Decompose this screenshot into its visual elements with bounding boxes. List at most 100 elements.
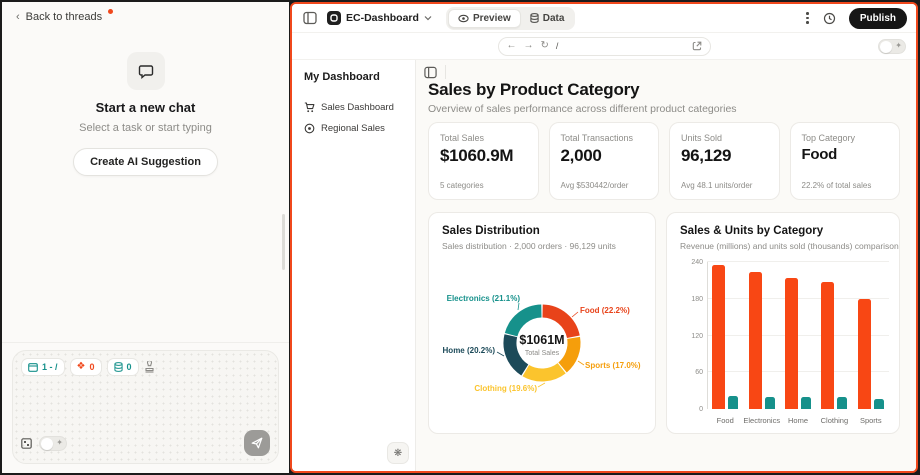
send-button[interactable] (244, 430, 270, 456)
stat-sub: 22.2% of total sales (802, 181, 872, 190)
back-to-threads-link[interactable]: ‹ Back to threads (16, 11, 113, 23)
preview-content: My Dashboard Sales Dashboard (292, 60, 916, 471)
stat-value: 96,129 (681, 146, 768, 166)
donut-leader-line (497, 352, 504, 356)
bar-units-sports (874, 399, 884, 409)
dashboard-sidebar: My Dashboard Sales Dashboard (292, 60, 416, 471)
location-icon (304, 123, 315, 134)
notification-dot (108, 9, 113, 14)
chat-bubble-icon (138, 63, 154, 79)
topbar-right-group: Publish (804, 8, 907, 29)
y-tick-label: 180 (675, 296, 703, 303)
y-tick-label: 240 (675, 259, 703, 266)
screenshot-root: ‹ Back to threads Start a new chat Selec… (0, 0, 920, 475)
stat-label: Top Category (802, 133, 889, 143)
donut-center-label: Total Sales (525, 350, 560, 357)
nav-forward-icon[interactable]: → (524, 41, 534, 51)
donut-leader-line (578, 361, 584, 365)
browser-window-icon (28, 363, 38, 372)
screenshot-icon[interactable] (21, 438, 32, 449)
sparkle-icon: ✦ (56, 438, 63, 447)
tab-preview[interactable]: Preview (448, 9, 521, 28)
scrollbar-thumb[interactable] (282, 214, 285, 270)
empty-state-title: Start a new chat (2, 100, 289, 115)
ai-edit-toggle[interactable]: ✦ (878, 39, 906, 54)
back-to-threads-label: Back to threads (26, 11, 102, 23)
preview-app-panel: EC-Dashboard Preview (290, 2, 918, 473)
error-count-label: 0 (89, 362, 94, 372)
donut-slice-clothing (526, 368, 562, 375)
project-switcher[interactable]: EC-Dashboard (327, 11, 432, 25)
cart-icon (304, 102, 315, 113)
empty-state-subtitle: Select a task or start typing (2, 122, 289, 134)
view-mode-segmented-control: Preview Data (446, 7, 576, 30)
stat-value: Food (802, 146, 889, 163)
database-icon (114, 362, 123, 372)
stat-sub: Avg 48.1 units/order (681, 181, 752, 190)
preview-eye-icon (458, 14, 469, 23)
bar-revenue-sports (858, 299, 871, 409)
sidebar-toggle-icon[interactable] (301, 9, 319, 27)
browser-context-label: 1 - / (42, 362, 58, 372)
bar-revenue-clothing (821, 282, 834, 409)
sidebar-item-sales-dashboard[interactable]: Sales Dashboard (292, 97, 415, 118)
error-count-chip[interactable]: ❖ 0 (70, 358, 102, 376)
ai-mode-toggle[interactable]: ✦ (39, 436, 67, 451)
chevron-down-icon (424, 15, 432, 21)
history-icon[interactable] (821, 9, 839, 27)
toggle-knob (41, 438, 53, 450)
x-category-label: Food (707, 416, 743, 425)
stat-label: Total Transactions (561, 133, 648, 143)
stat-sub: Avg $530442/order (561, 181, 629, 190)
sidebar-item-label: Sales Dashboard (321, 102, 394, 113)
donut-chart: Food (22.2%)Sports (17.0%)Clothing (19.6… (441, 251, 645, 429)
bar-units-food (728, 396, 738, 409)
collapse-sidebar-icon[interactable] (424, 66, 437, 79)
chat-empty-state: Start a new chat Select a task or start … (2, 52, 289, 176)
x-category-label: Electronics (743, 416, 779, 425)
composer-bottom-row: ✦ (21, 430, 270, 456)
tab-data[interactable]: Data (521, 10, 574, 27)
composer-divider (2, 342, 289, 343)
stat-label: Units Sold (681, 133, 768, 143)
publish-button[interactable]: Publish (849, 8, 907, 29)
open-external-icon[interactable] (692, 41, 702, 51)
donut-label-sports: Sports (17.0%) (585, 361, 641, 370)
stat-card-total-transactions: Total Transactions 2,000 Avg $530442/ord… (549, 122, 660, 200)
stats-row: Total Sales $1060.9M 5 categories Total … (428, 122, 900, 200)
stat-value: 2,000 (561, 146, 648, 166)
donut-chart-card: Sales Distribution Sales distribution · … (428, 212, 656, 434)
nav-back-icon[interactable]: ← (507, 41, 517, 51)
gridline (707, 261, 889, 262)
donut-slice-electronics (511, 311, 541, 335)
sidebar-title: My Dashboard (292, 60, 415, 83)
donut-center-value: $1061M (519, 333, 564, 347)
database-count-label: 0 (127, 362, 132, 372)
create-ai-suggestion-button[interactable]: Create AI Suggestion (73, 148, 218, 176)
stat-card-units-sold: Units Sold 96,129 Avg 48.1 units/order (669, 122, 780, 200)
more-options-icon[interactable] (804, 10, 811, 26)
y-tick-label: 120 (675, 333, 703, 340)
charts-row: Sales Distribution Sales distribution · … (428, 212, 900, 434)
stamp-icon[interactable] (144, 361, 155, 373)
donut-leader-line (518, 303, 519, 310)
sidebar-item-label: Regional Sales (321, 123, 385, 134)
database-count-chip[interactable]: 0 (107, 358, 139, 376)
sidebar-item-regional-sales[interactable]: Regional Sales (292, 118, 415, 139)
diamond-icon: ❖ (77, 362, 86, 372)
browser-context-chip[interactable]: 1 - / (21, 358, 65, 376)
nav-refresh-icon[interactable]: ↻ (541, 41, 549, 51)
chat-composer[interactable]: 1 - / ❖ 0 0 (12, 350, 279, 464)
divider (445, 65, 446, 79)
sidebar-sparkle-button[interactable]: ❋ (387, 442, 409, 464)
bar-chart: 060120180240FoodElectronicsHomeClothingS… (667, 213, 899, 433)
bar-units-clothing (837, 397, 847, 409)
donut-leader-line (572, 312, 578, 317)
data-database-icon (530, 13, 539, 23)
sparkle-icon: ✦ (895, 41, 902, 50)
y-tick-label: 60 (675, 369, 703, 376)
url-bar[interactable]: ← → ↻ / (498, 37, 711, 56)
page-subtitle: Overview of sales performance across dif… (428, 103, 737, 115)
bar-units-electronics (765, 397, 775, 409)
url-path: / (556, 41, 685, 51)
